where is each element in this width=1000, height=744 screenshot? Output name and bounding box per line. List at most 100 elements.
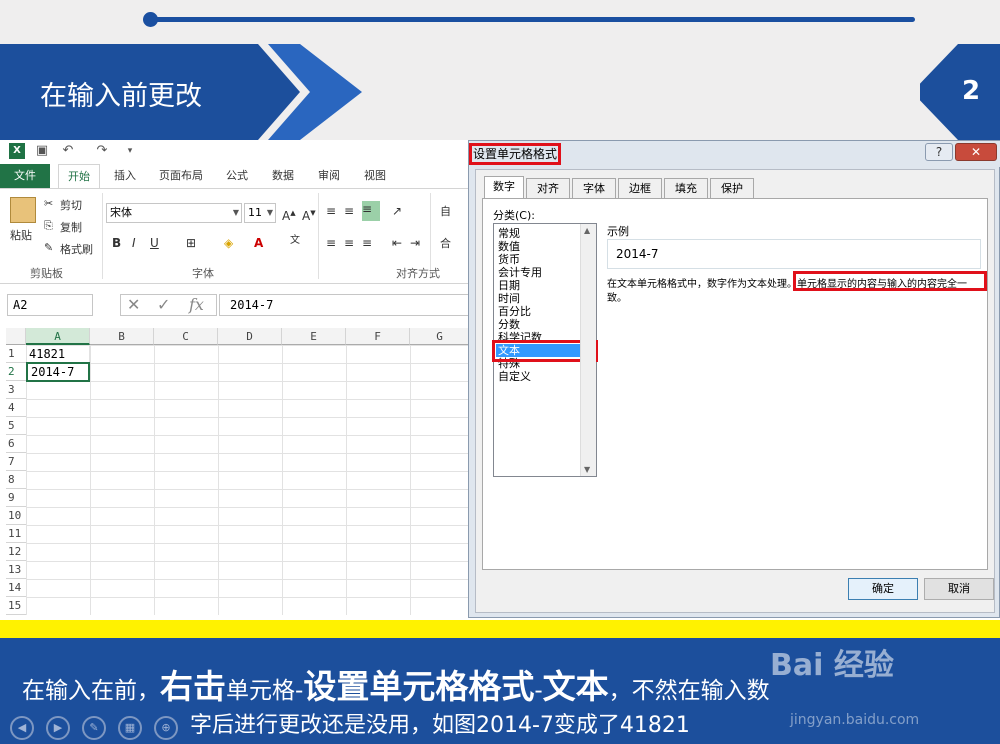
fill-color-icon[interactable]: ◈	[224, 235, 233, 251]
row-header[interactable]: 11	[6, 525, 26, 543]
format-painter-icon[interactable]: ✎	[44, 241, 53, 254]
enter-icon[interactable]: ✓	[157, 295, 170, 314]
redo-icon[interactable]: ↷	[94, 143, 110, 159]
row-header[interactable]: 8	[6, 471, 26, 489]
row-header[interactable]: 14	[6, 579, 26, 597]
cut-button[interactable]: 剪切	[60, 197, 82, 213]
next-slide-icon[interactable]: ▶	[46, 716, 70, 740]
pen-icon[interactable]: ✎	[82, 716, 106, 740]
row-header[interactable]: 3	[6, 381, 26, 399]
row-header[interactable]: 1	[6, 345, 26, 363]
cell-a2[interactable]: 2014-7	[26, 362, 90, 382]
bold-button[interactable]: B	[112, 235, 121, 251]
category-item[interactable]: 时间	[496, 292, 580, 305]
category-item[interactable]: 会计专用	[496, 266, 580, 279]
row-header[interactable]: 5	[6, 417, 26, 435]
name-box[interactable]: A2	[7, 294, 93, 316]
scroll-up-icon[interactable]: ▲	[584, 226, 590, 235]
category-list[interactable]: 常规 数值 货币 会计专用 日期 时间 百分比 分数 科学记数 文本 特殊 自定…	[492, 223, 598, 477]
align-middle-icon[interactable]: ≡	[344, 203, 354, 219]
font-color-icon[interactable]: A	[254, 235, 263, 251]
tab-review[interactable]: 审阅	[312, 164, 346, 188]
category-item[interactable]: 数值	[496, 240, 580, 253]
category-item[interactable]: 日期	[496, 279, 580, 292]
tab-protection[interactable]: 保护	[710, 178, 754, 198]
merge-center-button[interactable]: 合	[440, 235, 451, 251]
paste-icon[interactable]	[10, 197, 36, 223]
row-header[interactable]: 7	[6, 453, 26, 471]
cancel-button[interactable]: 取消	[924, 578, 994, 600]
row-header[interactable]: 9	[6, 489, 26, 507]
slides-grid-icon[interactable]: ▦	[118, 716, 142, 740]
row-header[interactable]: 10	[6, 507, 26, 525]
category-item[interactable]: 自定义	[496, 370, 580, 383]
tab-number[interactable]: 数字	[484, 176, 524, 198]
tab-fill[interactable]: 填充	[664, 178, 708, 198]
font-name-combo[interactable]: 宋体 ▼	[106, 203, 242, 223]
tab-font[interactable]: 字体	[572, 178, 616, 198]
row-header[interactable]: 12	[6, 543, 26, 561]
row-header[interactable]: 2	[6, 363, 26, 381]
category-item[interactable]: 货币	[496, 253, 580, 266]
align-bottom-icon[interactable]: ≡	[362, 201, 380, 221]
tab-border[interactable]: 边框	[618, 178, 662, 198]
column-header[interactable]: A	[26, 328, 90, 345]
cell-a1[interactable]: 41821	[26, 345, 90, 363]
column-header[interactable]: F	[346, 328, 410, 345]
tab-insert[interactable]: 插入	[108, 164, 142, 188]
row-header[interactable]: 4	[6, 399, 26, 417]
category-item[interactable]: 百分比	[496, 305, 580, 318]
close-button[interactable]: ✕	[955, 143, 997, 161]
grow-font-icon[interactable]: A▲	[282, 205, 296, 224]
column-header[interactable]: E	[282, 328, 346, 345]
category-item[interactable]: 常规	[496, 227, 580, 240]
tab-home[interactable]: 开始	[58, 164, 100, 188]
select-all-corner[interactable]	[6, 328, 26, 345]
prev-slide-icon[interactable]: ◀	[10, 716, 34, 740]
decrease-indent-icon[interactable]: ⇤	[392, 235, 402, 251]
tab-data[interactable]: 数据	[266, 164, 300, 188]
ok-button[interactable]: 确定	[848, 578, 918, 600]
align-center-icon[interactable]: ≡	[344, 235, 354, 251]
align-right-icon[interactable]: ≡	[362, 235, 372, 251]
tab-page-layout[interactable]: 页面布局	[154, 164, 208, 188]
align-left-icon[interactable]: ≡	[326, 235, 336, 251]
column-header[interactable]: C	[154, 328, 218, 345]
row-header[interactable]: 13	[6, 561, 26, 579]
tab-file[interactable]: 文件	[0, 164, 50, 188]
tab-alignment[interactable]: 对齐	[526, 178, 570, 198]
column-header[interactable]: D	[218, 328, 282, 345]
customize-qat-icon[interactable]: ▾	[122, 143, 138, 159]
cancel-icon[interactable]: ✕	[127, 295, 140, 314]
category-item[interactable]: 分数	[496, 318, 580, 331]
zoom-icon[interactable]: ⊕	[154, 716, 178, 740]
insert-function-icon[interactable]: fx	[189, 295, 204, 314]
borders-icon[interactable]: ⊞	[186, 235, 196, 251]
column-header[interactable]: G	[410, 328, 470, 345]
shrink-font-icon[interactable]: A▼	[302, 205, 316, 224]
category-scrollbar[interactable]: ▲ ▼	[580, 224, 596, 476]
formula-input[interactable]: 2014-7	[219, 294, 470, 316]
format-painter-button[interactable]: 格式刷	[60, 241, 93, 257]
save-icon[interactable]: ▣	[34, 143, 50, 159]
undo-icon[interactable]: ↶	[60, 143, 76, 159]
font-size-combo[interactable]: 11 ▼	[244, 203, 276, 223]
align-top-icon[interactable]: ≡	[326, 203, 336, 219]
tab-formulas[interactable]: 公式	[220, 164, 254, 188]
phonetic-icon[interactable]: 文	[290, 233, 300, 249]
wrap-text-button[interactable]: 自	[440, 203, 451, 219]
column-header[interactable]: B	[90, 328, 154, 345]
tab-view[interactable]: 视图	[358, 164, 392, 188]
orientation-icon[interactable]: ↗	[392, 203, 402, 219]
row-header[interactable]: 6	[6, 435, 26, 453]
row-header[interactable]: 15	[6, 597, 26, 615]
copy-icon[interactable]: ⎘	[44, 219, 53, 233]
increase-indent-icon[interactable]: ⇥	[410, 235, 420, 251]
help-button[interactable]: ?	[925, 143, 953, 161]
underline-button[interactable]: U	[150, 235, 159, 251]
italic-button[interactable]: I	[132, 235, 136, 251]
copy-button[interactable]: 复制	[60, 219, 82, 235]
cut-icon[interactable]: ✂	[44, 197, 53, 210]
paste-button[interactable]: 粘贴	[10, 227, 32, 243]
scroll-down-icon[interactable]: ▼	[584, 465, 590, 474]
